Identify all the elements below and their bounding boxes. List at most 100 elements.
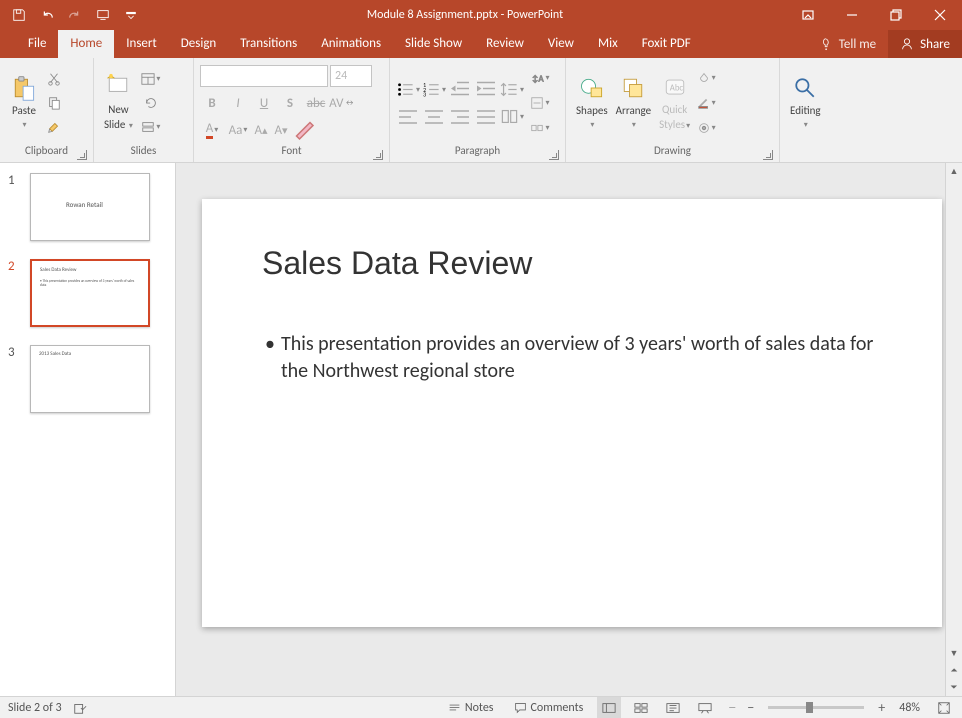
tab-slideshow[interactable]: Slide Show: [393, 30, 474, 58]
bold-button[interactable]: B: [200, 92, 224, 114]
layout-icon[interactable]: ▾: [141, 69, 161, 89]
font-dialog-launcher-icon[interactable]: [373, 150, 383, 160]
minimize-icon[interactable]: [830, 0, 874, 30]
underline-button[interactable]: U: [252, 92, 276, 114]
slide-thumbnail-1[interactable]: Rowan Retail: [30, 173, 150, 241]
text-direction-icon[interactable]: ↕A▾: [530, 68, 550, 88]
zoom-level[interactable]: 48%: [899, 701, 920, 715]
align-text-icon[interactable]: ▾: [530, 93, 550, 113]
shape-outline-icon[interactable]: ▾: [696, 93, 716, 113]
new-slide-button[interactable]: New Slide ▾: [100, 73, 137, 133]
align-center-icon[interactable]: [422, 106, 446, 128]
copy-icon[interactable]: [44, 93, 64, 113]
line-spacing-icon[interactable]: ▾: [500, 79, 524, 101]
arrange-button[interactable]: Arrange▾: [612, 74, 655, 132]
shapes-button[interactable]: Shapes▾: [572, 74, 612, 132]
notes-button[interactable]: Notes: [442, 697, 500, 718]
cut-icon[interactable]: [44, 69, 64, 89]
tab-review[interactable]: Review: [474, 30, 536, 58]
bullets-button[interactable]: ▾: [396, 79, 420, 101]
reset-icon[interactable]: [141, 93, 161, 113]
zoom-in-icon[interactable]: +: [878, 699, 885, 716]
numbering-button[interactable]: 123▾: [422, 79, 446, 101]
arrange-label: Arrange: [616, 104, 651, 117]
tab-animations[interactable]: Animations: [309, 30, 393, 58]
justify-icon[interactable]: [474, 106, 498, 128]
columns-icon[interactable]: ▾: [500, 106, 524, 128]
workspace: 1 Rowan Retail 2 Sales Data Review • Thi…: [0, 163, 962, 696]
section-icon[interactable]: ▾: [141, 117, 161, 137]
slides-group-label: Slides: [131, 144, 157, 157]
undo-icon[interactable]: [34, 2, 60, 28]
format-painter-icon[interactable]: [44, 117, 64, 137]
slide-thumbnail-pane[interactable]: 1 Rowan Retail 2 Sales Data Review • Thi…: [0, 163, 176, 696]
clipboard-group-label: Clipboard: [25, 144, 68, 157]
align-left-icon[interactable]: [396, 106, 420, 128]
redo-icon[interactable]: [62, 2, 88, 28]
scroll-down-icon[interactable]: ▼: [946, 645, 962, 662]
shape-fill-icon[interactable]: ▾: [696, 68, 716, 88]
title-bar: Module 8 Assignment.pptx - PowerPoint: [0, 0, 962, 30]
previous-slide-icon[interactable]: ⏶: [946, 662, 962, 679]
slide-sorter-view-icon[interactable]: [629, 697, 653, 718]
start-from-beginning-icon[interactable]: [90, 2, 116, 28]
document-title: Module 8 Assignment.pptx - PowerPoint: [144, 8, 786, 22]
share-button[interactable]: Share: [888, 30, 962, 58]
increase-font-icon[interactable]: A▴: [252, 119, 270, 141]
decrease-font-icon[interactable]: A▾: [272, 119, 290, 141]
slide-canvas-area[interactable]: Sales Data Review This presentation prov…: [176, 163, 962, 696]
editing-button[interactable]: Editing▾: [786, 74, 825, 132]
slide-counter[interactable]: Slide 2 of 3: [8, 701, 62, 715]
strikethrough-button[interactable]: abc: [304, 92, 328, 114]
tab-design[interactable]: Design: [169, 30, 228, 58]
clipboard-dialog-launcher-icon[interactable]: [77, 150, 87, 160]
normal-view-icon[interactable]: [597, 697, 621, 718]
italic-button[interactable]: I: [226, 92, 250, 114]
restore-icon[interactable]: [874, 0, 918, 30]
slide[interactable]: Sales Data Review This presentation prov…: [202, 199, 942, 627]
change-case-button[interactable]: Aa▾: [226, 119, 250, 141]
paragraph-dialog-launcher-icon[interactable]: [549, 150, 559, 160]
clear-formatting-icon[interactable]: [292, 119, 316, 141]
slide-thumbnail-3[interactable]: 2013 Sales Data: [30, 345, 150, 413]
reading-view-icon[interactable]: [661, 697, 685, 718]
customize-qat-icon[interactable]: [118, 2, 144, 28]
smartart-icon[interactable]: ▾: [530, 118, 550, 138]
font-family-input[interactable]: [200, 65, 328, 87]
shape-effects-icon[interactable]: ▾: [696, 118, 716, 138]
tab-home[interactable]: Home: [58, 30, 114, 58]
slide-title[interactable]: Sales Data Review: [262, 245, 532, 282]
slideshow-view-icon[interactable]: [693, 697, 717, 718]
next-slide-icon[interactable]: ⏷: [946, 679, 962, 696]
align-right-icon[interactable]: [448, 106, 472, 128]
zoom-out-icon[interactable]: −: [747, 699, 754, 716]
tab-file[interactable]: File: [16, 30, 58, 58]
tab-mix[interactable]: Mix: [586, 30, 630, 58]
tab-view[interactable]: View: [536, 30, 586, 58]
scroll-up-icon[interactable]: ▲: [946, 163, 962, 180]
close-icon[interactable]: [918, 0, 962, 30]
tab-transitions[interactable]: Transitions: [228, 30, 309, 58]
font-size-input[interactable]: [330, 65, 372, 87]
drawing-dialog-launcher-icon[interactable]: [763, 150, 773, 160]
fit-to-window-icon[interactable]: [934, 698, 954, 718]
save-icon[interactable]: [6, 2, 32, 28]
spellcheck-icon[interactable]: [70, 698, 90, 718]
tab-foxit[interactable]: Foxit PDF: [630, 30, 703, 58]
tab-insert[interactable]: Insert: [114, 30, 169, 58]
increase-indent-icon[interactable]: [474, 79, 498, 101]
slide-thumbnail-2[interactable]: Sales Data Review • This presentation pr…: [30, 259, 150, 327]
editing-label: Editing: [790, 104, 821, 117]
ribbon-display-options-icon[interactable]: [786, 0, 830, 30]
slide-body[interactable]: This presentation provides an overview o…: [265, 331, 882, 385]
comments-button[interactable]: Comments: [508, 697, 590, 718]
tell-me[interactable]: Tell me: [808, 37, 888, 52]
vertical-scrollbar[interactable]: ▲ ▼ ⏶ ⏷: [945, 163, 962, 696]
character-spacing-button[interactable]: AV↔: [330, 92, 354, 114]
paste-button[interactable]: Paste ▾: [6, 74, 42, 132]
font-color-button[interactable]: A▾: [200, 119, 224, 141]
decrease-indent-icon[interactable]: [448, 79, 472, 101]
quick-styles-button[interactable]: Abc Quick Styles▾: [655, 73, 694, 133]
shadow-button[interactable]: S: [278, 92, 302, 114]
zoom-slider[interactable]: [768, 706, 864, 709]
